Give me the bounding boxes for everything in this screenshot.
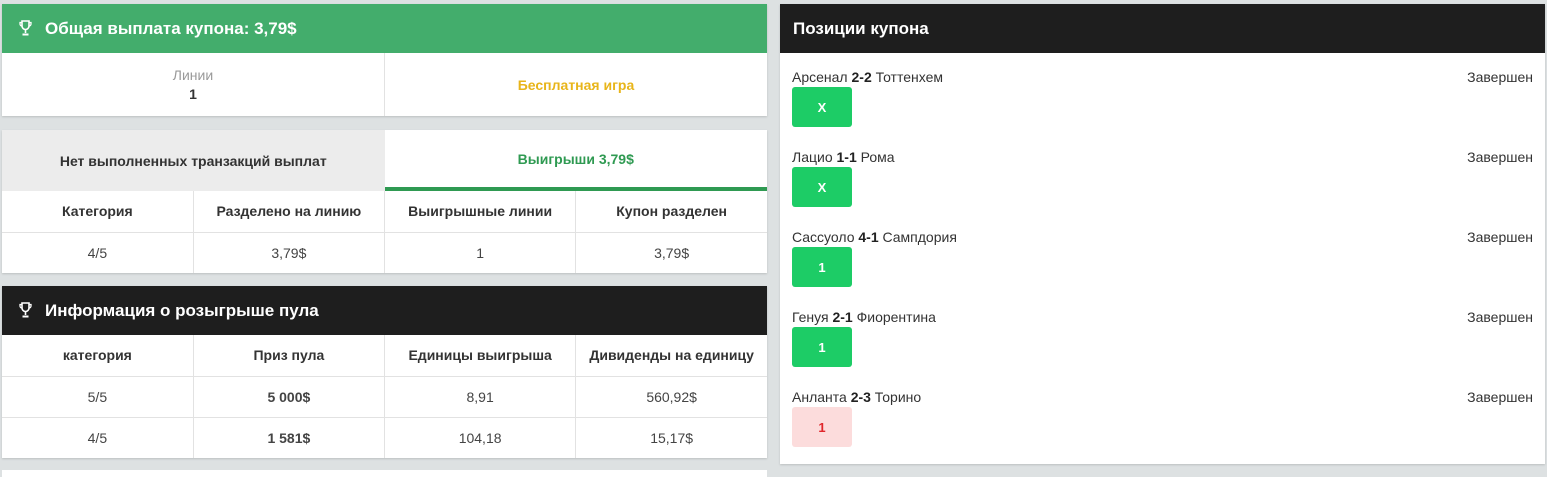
column-header: Категория (62, 203, 133, 220)
match-teams: Лацио 1-1 Рома (792, 149, 1533, 165)
column-header: Выигрышные линии (383, 191, 576, 232)
positions-header: Позиции купона (780, 4, 1545, 53)
away-team: Рома (856, 149, 895, 165)
column-header: Единицы выигрыша (383, 335, 576, 376)
table-cell: 4/5 (2, 231, 194, 273)
payout-summary: Линии 1 Бесплатная игра (2, 53, 767, 116)
positions-title: Позиции купона (793, 18, 929, 38)
match-status: Завершен (1467, 389, 1533, 405)
match-status: Завершен (1467, 69, 1533, 85)
match-teams: Арсенал 2-2 Тоттенхем (792, 69, 1533, 85)
match-score: 4-1 (858, 229, 879, 245)
table-cell: 5 000$ (192, 375, 385, 417)
table-row: 4/5 3,79$ 1 3,79$ (2, 231, 767, 273)
list-item: Анланта 2-3 Торино Завершен 1 (780, 373, 1545, 453)
list-item: Сассуоло 4-1 Сампдория Завершен 1 (780, 213, 1545, 293)
home-team: Сассуоло (792, 229, 859, 245)
next-card-edge (2, 470, 767, 477)
pool-header: Информация о розыгрыше пула (2, 286, 767, 335)
pick-badge: 1 (792, 247, 852, 287)
table-header-row: Категория Разделено на линию Выигрышные … (2, 191, 767, 232)
table-row: 4/5 1 581$ 104,18 15,17$ (2, 416, 767, 458)
winnings-card: Нет выполненных транзакций выплат Выигры… (2, 130, 767, 273)
pool-card: Информация о розыгрыше пула категория Пр… (2, 286, 767, 458)
home-team: Анланта (792, 389, 851, 405)
tab-winnings[interactable]: Выигрыши 3,79$ (384, 130, 767, 191)
winnings-table: Категория Разделено на линию Выигрышные … (2, 191, 767, 273)
match-status: Завершен (1467, 149, 1533, 165)
match-score: 2-1 (832, 309, 853, 325)
table-cell: 560,92$ (575, 375, 767, 417)
table-cell: 3,79$ (575, 231, 767, 273)
away-team: Сампдория (878, 229, 957, 245)
column-header: категория (62, 347, 132, 364)
tab-no-transactions[interactable]: Нет выполненных транзакций выплат (2, 130, 385, 191)
match-status: Завершен (1467, 309, 1533, 325)
table-cell: 1 (383, 231, 576, 273)
away-team: Торино (870, 389, 922, 405)
free-game-label: Бесплатная игра (517, 76, 635, 93)
match-teams: Сассуоло 4-1 Сампдория (792, 229, 1533, 245)
payout-card: Общая выплата купона: 3,79$ Линии 1 Бесп… (2, 4, 767, 116)
positions-list: Арсенал 2-2 Тоттенхем Завершен X Лацио 1-1 … (780, 53, 1545, 453)
home-team: Арсенал (792, 69, 852, 85)
free-game-cell: Бесплатная игра (384, 53, 767, 116)
away-team: Тоттенхем (871, 69, 943, 85)
pick-badge: X (792, 87, 852, 127)
lines-value: 1 (189, 86, 197, 102)
lines-label: Линии (172, 67, 214, 83)
lines-cell: Линии 1 (2, 53, 384, 116)
table-cell: 15,17$ (575, 416, 767, 458)
match-score: 2-3 (850, 389, 871, 405)
table-cell: 1 581$ (192, 416, 385, 458)
home-team: Генуя (792, 309, 833, 325)
pool-title: Информация о розыгрыше пула (45, 300, 319, 320)
column-header: Приз пула (192, 335, 385, 376)
payout-title: Общая выплата купона: 3,79$ (45, 18, 297, 38)
left-column: Общая выплата купона: 3,79$ Линии 1 Бесп… (2, 4, 767, 458)
away-team: Фиорентина (852, 309, 936, 325)
column-header: Разделено на линию (192, 191, 385, 232)
match-teams: Анланта 2-3 Торино (792, 389, 1533, 405)
table-cell: 104,18 (383, 416, 576, 458)
column-header: Купон разделен (575, 191, 767, 232)
pick-badge: X (792, 167, 852, 207)
column-header: Дивиденды на единицу (575, 335, 767, 376)
table-cell: 3,79$ (192, 231, 385, 273)
list-item: Лацио 1-1 Рома Завершен X (780, 133, 1545, 213)
table-cell: 5/5 (2, 375, 194, 417)
table-header-row: категория Приз пула Единицы выигрыша Див… (2, 335, 767, 376)
trophy-icon (18, 20, 32, 38)
match-score: 1-1 (836, 149, 857, 165)
list-item: Арсенал 2-2 Тоттенхем Завершен X (780, 53, 1545, 133)
winnings-tabs: Нет выполненных транзакций выплат Выигры… (2, 130, 767, 191)
pool-table: категория Приз пула Единицы выигрыша Див… (2, 335, 767, 458)
positions-card: Позиции купона Арсенал 2-2 Тоттенхем Заве… (780, 4, 1545, 464)
home-team: Лацио (792, 149, 837, 165)
match-teams: Генуя 2-1 Фиорентина (792, 309, 1533, 325)
match-status: Завершен (1467, 229, 1533, 245)
table-cell: 4/5 (2, 416, 194, 458)
list-item: Генуя 2-1 Фиорентина Завершен 1 (780, 293, 1545, 373)
pick-badge: 1 (792, 327, 852, 367)
table-row: 5/5 5 000$ 8,91 560,92$ (2, 375, 767, 417)
match-score: 2-2 (851, 69, 872, 85)
trophy-icon (18, 302, 32, 320)
pick-badge: 1 (792, 407, 852, 447)
payout-header: Общая выплата купона: 3,79$ (2, 4, 767, 53)
table-cell: 8,91 (383, 375, 576, 417)
